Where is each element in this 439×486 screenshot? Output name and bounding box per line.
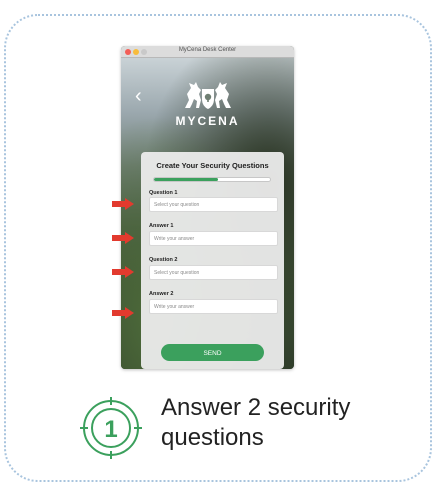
question-1-label: Question 1 (149, 190, 178, 196)
step-number: 1 (104, 416, 117, 443)
brand-name: MYCENA (175, 114, 240, 128)
arrow-right-icon (112, 307, 134, 319)
answer-1-input[interactable] (149, 231, 278, 246)
step-number-badge: 1 (80, 397, 142, 459)
arrow-right-icon (112, 232, 134, 244)
arrow-right-icon (112, 266, 134, 278)
security-questions-form: Create Your Security Questions Question … (141, 152, 284, 369)
progress-fill (154, 178, 218, 181)
step-caption: Answer 2 security questions (161, 394, 351, 451)
form-title: Create Your Security Questions (156, 161, 269, 170)
arrow-right-icon (112, 198, 134, 210)
mycena-logo-icon (185, 82, 231, 109)
background-landscape: ‹ MYCENA Create Your Security Questions … (121, 58, 294, 369)
window-title: MyCena Desk Center (178, 47, 237, 53)
answer-2-label: Answer 2 (149, 291, 174, 297)
window-titlebar: MyCena Desk Center (121, 46, 294, 58)
question-2-label: Question 2 (149, 257, 178, 263)
back-chevron-icon[interactable]: ‹ (135, 86, 149, 108)
send-button[interactable]: SEND (161, 344, 264, 361)
question-2-select[interactable] (149, 265, 278, 280)
answer-1-label: Answer 1 (149, 223, 174, 229)
app-window: MyCena Desk Center ‹ MYCENA Create Your … (121, 46, 294, 369)
question-1-select[interactable] (149, 197, 278, 212)
progress-bar (153, 177, 271, 182)
answer-2-input[interactable] (149, 299, 278, 314)
